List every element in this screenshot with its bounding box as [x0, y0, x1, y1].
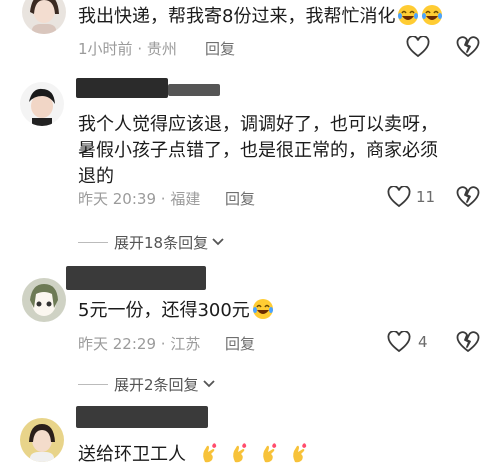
- heart-outline-icon[interactable]: [387, 331, 411, 353]
- avatar[interactable]: [22, 0, 66, 34]
- heart-outline-icon[interactable]: [406, 36, 430, 58]
- separator: ·: [160, 190, 166, 208]
- reply-button[interactable]: 回复: [225, 333, 255, 354]
- separator: ·: [137, 40, 143, 58]
- comment-location: 福建: [170, 190, 201, 208]
- divider: [78, 242, 108, 243]
- comment-meta: 1小时前 · 贵州: [78, 38, 177, 59]
- divider: [78, 384, 108, 385]
- heart-outline-icon[interactable]: [387, 186, 411, 208]
- comment-meta: 昨天 22:29 · 江苏: [78, 333, 200, 354]
- broken-heart-icon[interactable]: [456, 331, 480, 353]
- heart-hands-emoji-icon: [190, 443, 310, 465]
- reply-button[interactable]: 回复: [205, 38, 235, 59]
- expand-label: 展开2条回复: [114, 376, 199, 394]
- like-count: 11: [416, 188, 436, 206]
- comment-text-line: 退的: [78, 166, 114, 187]
- laughing-emoji-icon: [395, 5, 443, 27]
- comment-time: 昨天 22:29: [78, 335, 156, 353]
- comment-text: 5元一份，还得300元: [78, 298, 274, 324]
- comment-location: 贵州: [146, 40, 177, 58]
- comment-text: 我出快递，帮我寄8份过来，我帮忙消化: [78, 4, 443, 30]
- comment-text-line: 我个人觉得应该退，调调好了，也可以卖呀，: [78, 114, 438, 135]
- expand-replies-button[interactable]: 展开18条回复: [114, 232, 225, 253]
- username-redacted[interactable]: [66, 266, 206, 290]
- comment-text: 送给环卫工人: [78, 444, 186, 465]
- chevron-down-icon: [202, 380, 215, 388]
- comment-text: 我出快递，帮我寄8份过来，我帮忙消化: [78, 6, 396, 27]
- comment-text-line: 暑假小孩子点错了，也是很正常的，商家必须: [78, 140, 438, 161]
- username-redacted[interactable]: [168, 84, 220, 96]
- broken-heart-icon[interactable]: [456, 36, 480, 58]
- avatar[interactable]: [20, 82, 64, 126]
- avatar[interactable]: [20, 418, 64, 462]
- comment-time: 昨天 20:39: [78, 190, 156, 208]
- comment-time: 1小时前: [78, 40, 133, 58]
- avatar[interactable]: [22, 278, 66, 322]
- username-redacted[interactable]: [76, 78, 168, 98]
- comment-location: 江苏: [170, 335, 201, 353]
- expand-replies-button[interactable]: 展开2条回复: [114, 374, 216, 395]
- expand-label: 展开18条回复: [114, 234, 209, 252]
- like-count: 4: [418, 333, 428, 351]
- broken-heart-icon[interactable]: [456, 186, 480, 208]
- comment-text: 5元一份，还得300元: [78, 300, 250, 321]
- username-redacted[interactable]: [76, 406, 208, 428]
- separator: ·: [160, 335, 166, 353]
- laughing-emoji-icon: [250, 299, 274, 321]
- comment-text: 送给环卫工人: [78, 442, 310, 468]
- chevron-down-icon: [212, 238, 224, 246]
- reply-button[interactable]: 回复: [225, 188, 255, 209]
- comment-meta: 昨天 20:39 · 福建: [78, 188, 200, 209]
